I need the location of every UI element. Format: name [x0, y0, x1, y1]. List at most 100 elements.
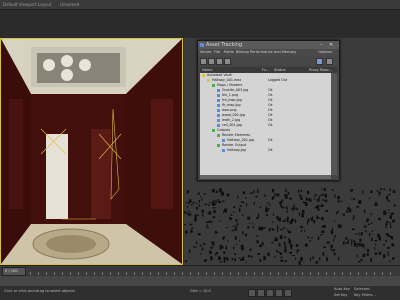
auto-key-button[interactable]: Auto Key: [334, 287, 350, 291]
menu-options[interactable]: Options: [318, 49, 332, 56]
timeline-tick: [246, 272, 247, 275]
tree-row[interactable]: tile_1.png Ok: [200, 93, 331, 97]
key-filters-button[interactable]: Key Filters...: [354, 293, 376, 297]
toolbar-button-3[interactable]: [216, 58, 223, 65]
asset-status: Ok: [268, 123, 273, 127]
asset-icon: [217, 113, 220, 117]
noise-mark: [330, 248, 332, 251]
tree-row[interactable]: wood_005.jpg Ok: [200, 113, 331, 117]
go-to-end-button[interactable]: [284, 289, 292, 297]
noise-mark: [325, 199, 328, 203]
noise-mark: [374, 239, 378, 242]
menu-paths[interactable]: Paths: [224, 49, 234, 56]
noise-mark: [371, 237, 373, 241]
timeline-tick: [222, 272, 223, 275]
noise-mark: [265, 209, 268, 213]
selected-dropdown[interactable]: Selected: [354, 287, 370, 291]
noise-mark: [218, 256, 221, 260]
noise-mark: [362, 190, 364, 195]
time-slider-handle[interactable]: 0 / 100: [2, 267, 26, 276]
tree-row[interactable]: Hallway.jpg Ok: [200, 148, 331, 152]
noise-mark: [256, 217, 259, 220]
timeline-tick: [126, 272, 127, 275]
toolbar-button-2[interactable]: [208, 58, 215, 65]
noise-mark: [393, 204, 396, 207]
prompt-line: Click or click-and-drag to select object…: [4, 289, 75, 293]
noise-mark: [340, 200, 343, 202]
noise-mark: [218, 201, 221, 204]
tree-row[interactable]: Render Output: [200, 143, 331, 147]
tree-row[interactable]: Hallway_001.jpg Ok: [200, 138, 331, 142]
timeline-tick: [214, 272, 215, 275]
noise-mark: [231, 229, 234, 232]
asset-name: door.png: [222, 108, 237, 112]
menu-server[interactable]: Server: [200, 49, 212, 56]
noise-mark: [338, 224, 342, 228]
asset-icon: [207, 78, 210, 82]
noise-mark: [267, 208, 270, 209]
track-bar[interactable]: [0, 276, 400, 286]
refresh-icon[interactable]: [326, 58, 333, 65]
asset-tree[interactable]: Autodesk Vault Hallway_001.max Logged Out M…: [200, 73, 331, 175]
noise-mark: [188, 213, 190, 216]
menu-file[interactable]: File: [214, 49, 220, 56]
help-icon[interactable]: [316, 58, 323, 65]
tree-row[interactable]: Granite_003.jpg Ok: [200, 88, 331, 92]
previous-frame-button[interactable]: [257, 289, 265, 297]
tree-row[interactable]: Maps / Shaders: [200, 83, 331, 87]
noise-mark: [357, 245, 359, 248]
noise-mark: [307, 220, 309, 225]
dialog-toolbar: [198, 56, 339, 65]
noise-mark: [215, 190, 218, 193]
set-key-button[interactable]: Set Key: [334, 293, 348, 297]
noise-mark: [193, 246, 197, 248]
toolbar-button-4[interactable]: [224, 58, 231, 65]
time-slider[interactable]: 0 / 100: [0, 265, 400, 276]
go-to-start-button[interactable]: [248, 289, 256, 297]
noise-mark: [378, 236, 381, 241]
noise-mark: [235, 226, 238, 229]
close-icon[interactable]: ✕: [329, 42, 333, 48]
noise-mark: [274, 256, 276, 258]
tree-row[interactable]: Autodesk Vault: [200, 73, 331, 77]
tree-row[interactable]: Outputs: [200, 128, 331, 132]
noise-mark: [345, 241, 348, 243]
tree-row[interactable]: leath_2.jpg Ok: [200, 118, 331, 122]
noise-mark: [291, 207, 295, 211]
noise-mark: [369, 197, 371, 200]
noise-mark: [392, 190, 396, 193]
noise-mark: [357, 243, 360, 246]
noise-mark: [276, 250, 279, 253]
noise-mark: [223, 210, 225, 214]
noise-mark: [309, 257, 312, 262]
asset-tracking-dialog[interactable]: Asset Tracking – ✕ Server File Paths Bit…: [197, 40, 340, 181]
perspective-viewport[interactable]: [0, 38, 183, 265]
play-button[interactable]: [266, 289, 274, 297]
noise-mark: [338, 256, 340, 261]
noise-mark: [274, 193, 276, 197]
tree-row[interactable]: Render Elements: [200, 133, 331, 137]
hallway-scene: [1, 39, 182, 264]
noise-mark: [290, 244, 292, 247]
noise-mark: [334, 194, 336, 198]
tree-row[interactable]: door.png Ok: [200, 108, 331, 112]
timeline-tick: [166, 272, 167, 275]
noise-mark: [266, 213, 268, 217]
vertical-scrollbar[interactable]: [331, 73, 337, 175]
tree-row[interactable]: Hallway_001.max Logged Out: [200, 78, 331, 82]
toolbar-button-1[interactable]: [200, 58, 207, 65]
dialog-title-bar[interactable]: Asset Tracking – ✕: [198, 41, 339, 49]
tree-row[interactable]: ceil_001.jpg Ok: [200, 123, 331, 127]
noise-mark: [268, 227, 271, 232]
noise-mark: [342, 213, 345, 216]
menu-bitmap-performance[interactable]: Bitmap Performance and Memory: [236, 49, 296, 56]
timeline-tick: [78, 272, 79, 275]
noise-mark: [337, 210, 339, 213]
tree-row[interactable]: flr_map.jpg Ok: [200, 103, 331, 107]
noise-mark: [300, 230, 303, 233]
minimize-icon[interactable]: –: [320, 42, 323, 48]
horizontal-scrollbar[interactable]: [200, 175, 331, 179]
noise-mark: [359, 238, 362, 242]
next-frame-button[interactable]: [275, 289, 283, 297]
tree-row[interactable]: frd_map.jpg Ok: [200, 98, 331, 102]
